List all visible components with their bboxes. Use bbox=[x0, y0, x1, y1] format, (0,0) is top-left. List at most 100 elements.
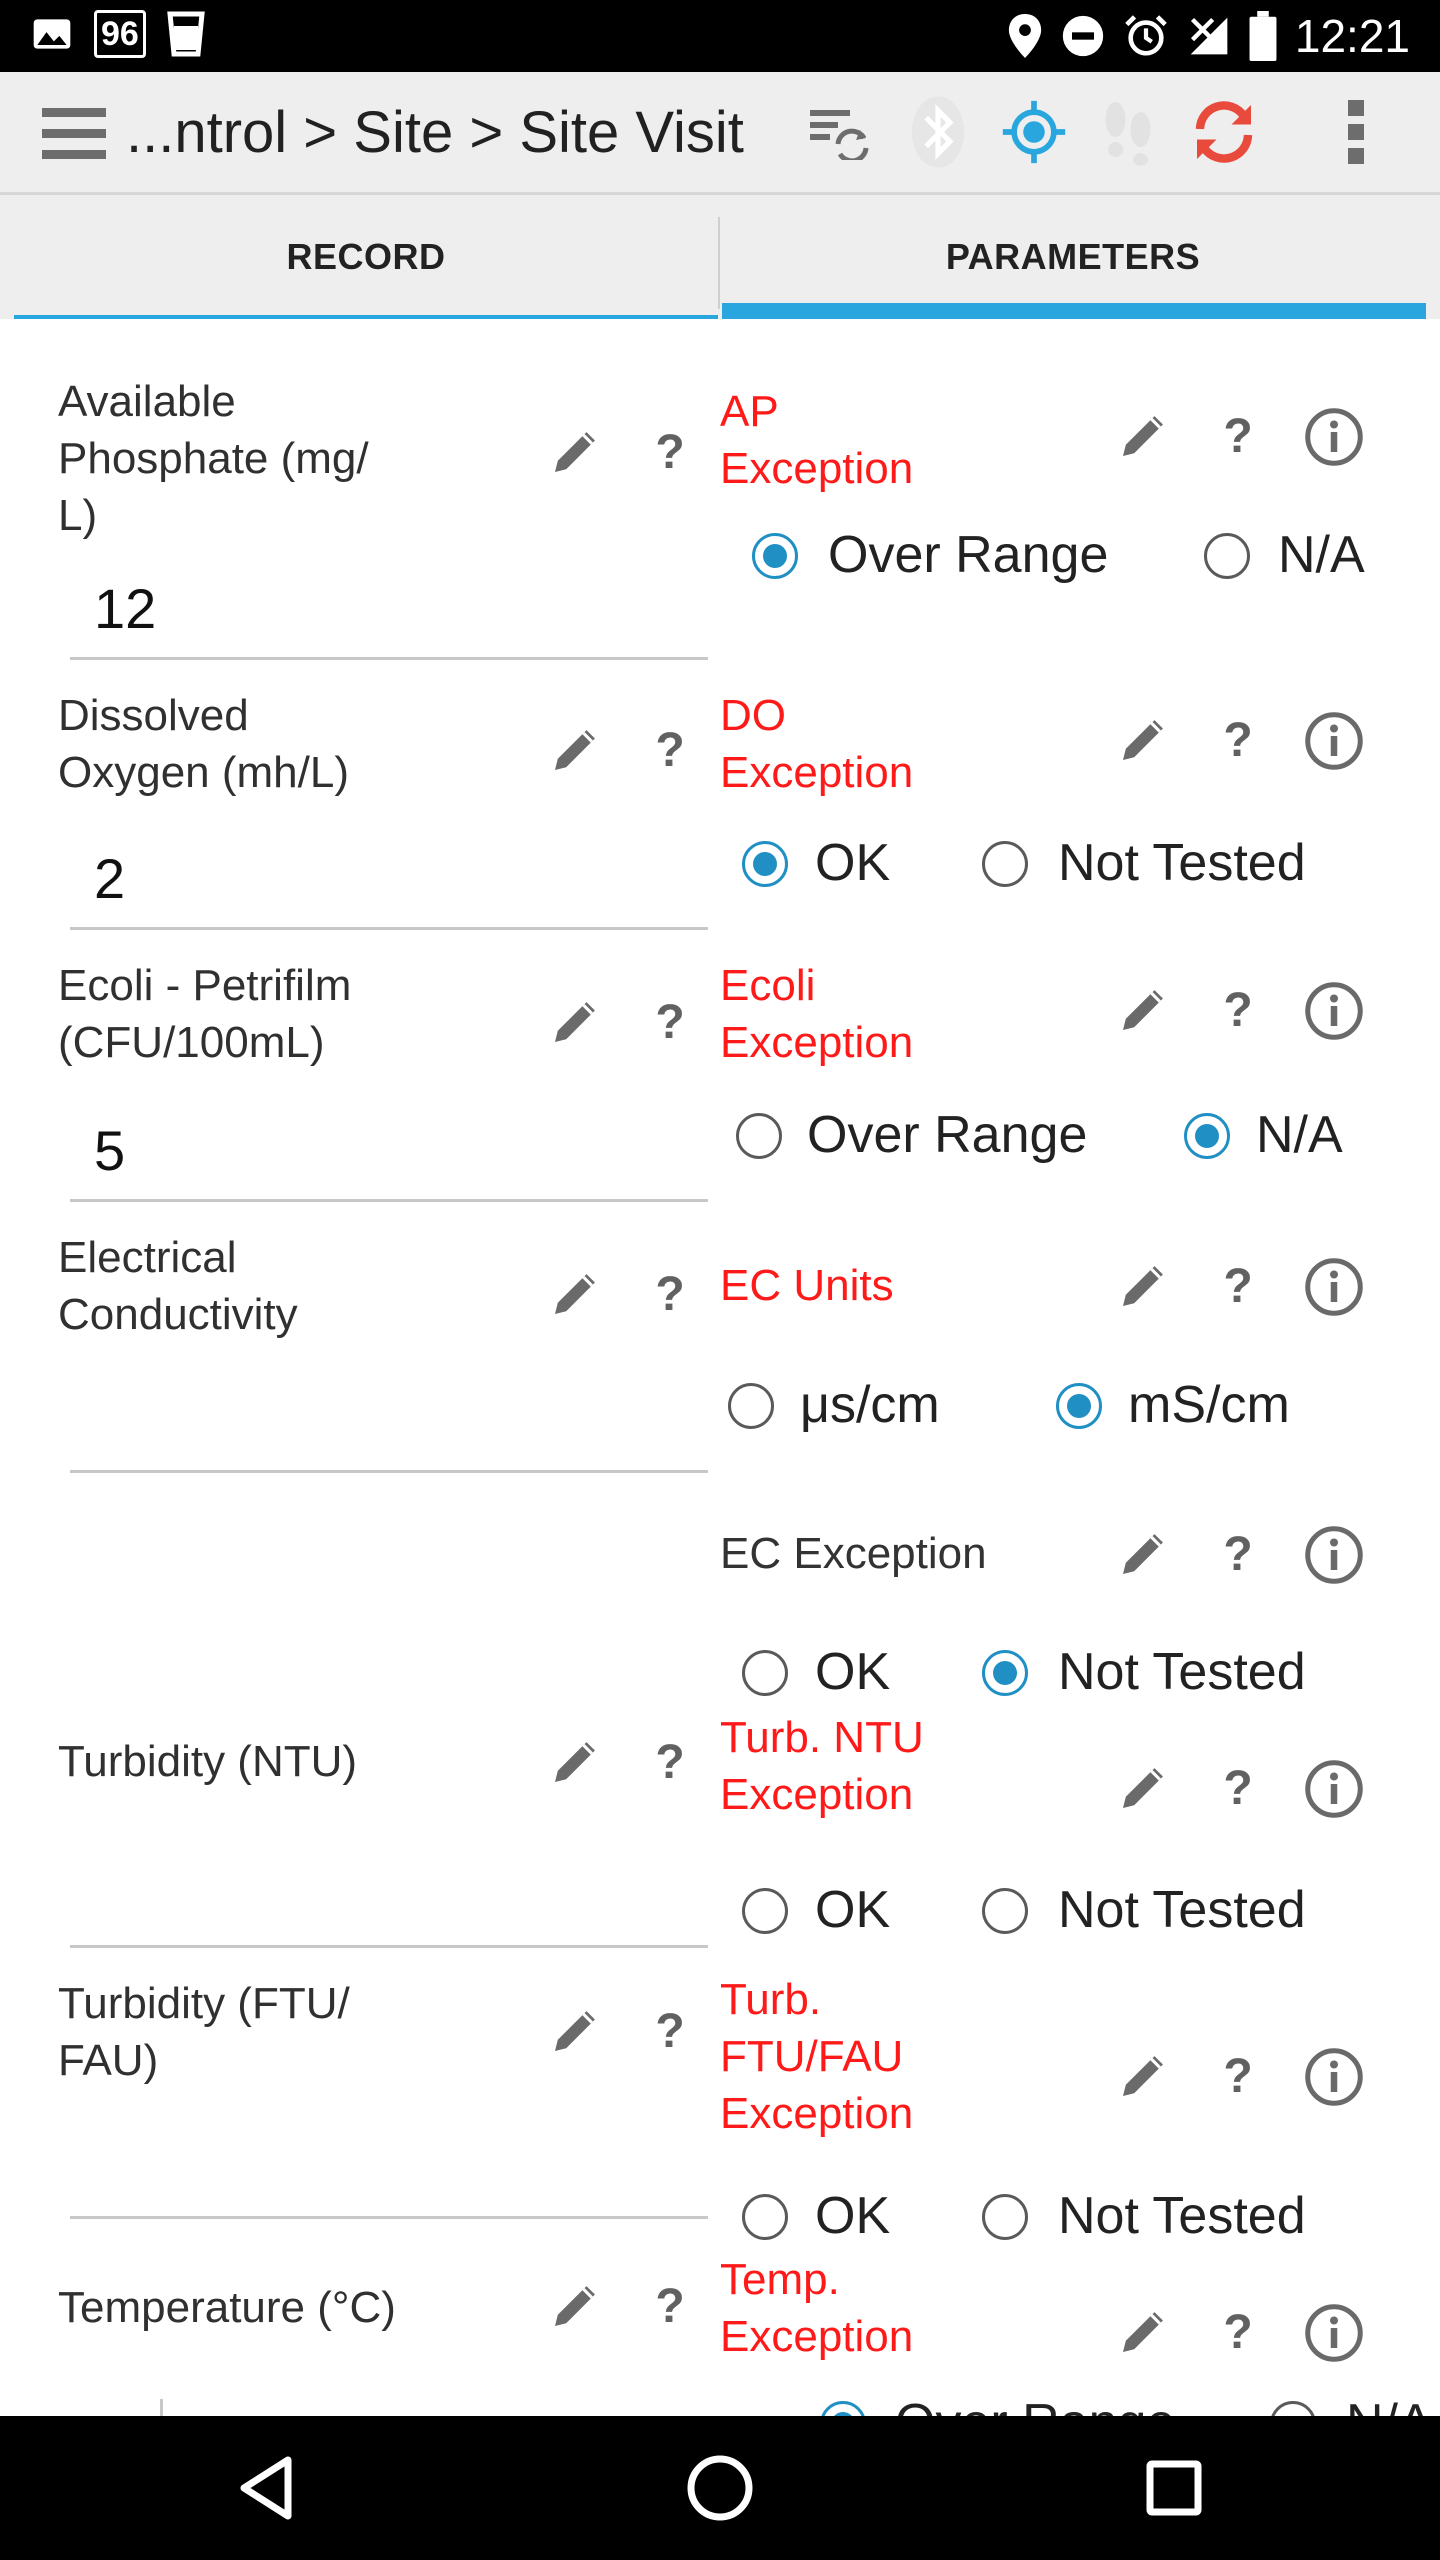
help-icon[interactable]: ? bbox=[1218, 407, 1258, 467]
pencil-icon[interactable] bbox=[548, 2277, 608, 2337]
pencil-icon[interactable] bbox=[1116, 2047, 1176, 2107]
radio-button[interactable] bbox=[982, 1888, 1028, 1934]
help-icon[interactable]: ? bbox=[650, 1733, 690, 1793]
help-icon[interactable]: ? bbox=[650, 2277, 690, 2337]
radio-option-label[interactable]: Over Range bbox=[895, 2393, 1175, 2416]
record-field-label: Available bbox=[58, 377, 236, 426]
record-field-label: Turbidity (NTU) bbox=[58, 1737, 358, 1786]
pencil-icon[interactable] bbox=[548, 423, 608, 483]
radio-option-label[interactable]: Over Range bbox=[807, 1105, 1087, 1165]
record-field-input[interactable]: 12 bbox=[94, 577, 694, 641]
radio-button[interactable] bbox=[1270, 2401, 1316, 2416]
pencil-icon[interactable] bbox=[548, 993, 608, 1053]
radio-button[interactable] bbox=[1056, 1383, 1102, 1429]
home-icon[interactable] bbox=[684, 2452, 756, 2524]
radio-button[interactable] bbox=[982, 841, 1028, 887]
input-underline bbox=[70, 657, 708, 660]
pencil-icon[interactable] bbox=[1116, 1759, 1176, 1819]
help-icon[interactable]: ? bbox=[1218, 981, 1258, 1041]
help-icon[interactable]: ? bbox=[1218, 1257, 1258, 1317]
tab-parameters[interactable]: PARAMETERS bbox=[720, 195, 1426, 319]
pencil-icon[interactable] bbox=[1116, 407, 1176, 467]
radio-option-label[interactable]: N/A bbox=[1278, 525, 1365, 585]
info-icon[interactable] bbox=[1304, 407, 1364, 467]
tab-record[interactable]: RECORD bbox=[14, 195, 718, 319]
radio-option-label[interactable]: OK bbox=[815, 833, 890, 893]
parameter-field-label: Temp. bbox=[720, 2255, 840, 2304]
pencil-icon[interactable] bbox=[1116, 1257, 1176, 1317]
overflow-menu-icon[interactable] bbox=[1318, 94, 1394, 170]
record-field-input[interactable]: 5 bbox=[94, 1119, 694, 1183]
radio-option-label[interactable]: OK bbox=[815, 2186, 890, 2246]
info-icon[interactable] bbox=[1304, 1257, 1364, 1317]
record-field-label: Ecoli - Petrifilm bbox=[58, 961, 352, 1010]
radio-option-label[interactable]: μs/cm bbox=[800, 1375, 940, 1435]
refresh-icon[interactable] bbox=[1186, 94, 1262, 170]
help-icon[interactable]: ? bbox=[650, 1265, 690, 1325]
radio-button[interactable] bbox=[736, 1113, 782, 1159]
help-icon[interactable]: ? bbox=[1218, 711, 1258, 771]
radio-button[interactable] bbox=[742, 1650, 788, 1696]
help-icon[interactable]: ? bbox=[1218, 1759, 1258, 1819]
help-icon[interactable]: ? bbox=[650, 721, 690, 781]
radio-button[interactable] bbox=[982, 2194, 1028, 2240]
radio-button[interactable] bbox=[728, 1383, 774, 1429]
radio-button[interactable] bbox=[742, 841, 788, 887]
radio-option-label[interactable]: OK bbox=[815, 1642, 890, 1702]
menu-icon[interactable] bbox=[42, 108, 106, 160]
record-field-label: Temperature (°C) bbox=[58, 2283, 396, 2332]
help-icon[interactable]: ? bbox=[650, 993, 690, 1053]
radio-option-label[interactable]: N/A bbox=[1256, 1105, 1343, 1165]
radio-option-label[interactable]: Not Tested bbox=[1058, 1642, 1306, 1702]
pencil-icon[interactable] bbox=[1116, 2303, 1176, 2363]
footsteps-icon[interactable] bbox=[1090, 94, 1166, 170]
pencil-icon[interactable] bbox=[1116, 1525, 1176, 1585]
help-icon[interactable]: ? bbox=[650, 2002, 690, 2062]
info-icon[interactable] bbox=[1304, 711, 1364, 771]
radio-button[interactable] bbox=[982, 1650, 1028, 1696]
radio-button[interactable] bbox=[820, 2401, 866, 2416]
info-icon[interactable] bbox=[1304, 1759, 1364, 1819]
radio-button[interactable] bbox=[1184, 1113, 1230, 1159]
radio-button[interactable] bbox=[742, 2194, 788, 2240]
info-icon[interactable] bbox=[1304, 2303, 1364, 2363]
bluetooth-icon[interactable] bbox=[900, 94, 976, 170]
radio-option-label[interactable]: Not Tested bbox=[1058, 833, 1306, 893]
record-field-input[interactable]: 2 bbox=[94, 847, 694, 911]
help-icon[interactable]: ? bbox=[650, 423, 690, 483]
no-signal-icon bbox=[1190, 17, 1228, 55]
input-underline bbox=[70, 927, 708, 930]
status-bar: 96 12:21 bbox=[0, 0, 1440, 72]
info-icon[interactable] bbox=[1304, 981, 1364, 1041]
radio-option-label[interactable]: OK bbox=[815, 1880, 890, 1940]
recents-icon[interactable] bbox=[1138, 2452, 1210, 2524]
back-icon[interactable] bbox=[232, 2452, 304, 2524]
record-field-label: Phosphate (mg/ bbox=[58, 434, 369, 483]
radio-option-label[interactable]: Over Range bbox=[828, 525, 1108, 585]
help-icon[interactable]: ? bbox=[1218, 2303, 1258, 2363]
help-icon[interactable]: ? bbox=[1218, 1525, 1258, 1585]
radio-option-label[interactable]: Not Tested bbox=[1058, 1880, 1306, 1940]
help-icon[interactable]: ? bbox=[1218, 2047, 1258, 2107]
info-icon[interactable] bbox=[1304, 2047, 1364, 2107]
parameter-field-label: Exception bbox=[720, 748, 914, 797]
sync-list-icon[interactable] bbox=[800, 94, 876, 170]
parameter-field-label: AP bbox=[720, 387, 779, 436]
radio-option-label[interactable]: mS/cm bbox=[1128, 1375, 1290, 1435]
record-field-label: Oxygen (mh/L) bbox=[58, 748, 349, 797]
radio-option-label[interactable]: Not Tested bbox=[1058, 2186, 1306, 2246]
pencil-icon[interactable] bbox=[548, 2002, 608, 2062]
pencil-icon[interactable] bbox=[548, 1733, 608, 1793]
page-title: ...ntrol > Site > Site Visit bbox=[126, 100, 744, 165]
radio-button[interactable] bbox=[742, 1888, 788, 1934]
radio-option-label[interactable]: N/A bbox=[1346, 2393, 1433, 2416]
info-icon[interactable] bbox=[1304, 1525, 1364, 1585]
pencil-icon[interactable] bbox=[1116, 981, 1176, 1041]
pencil-icon[interactable] bbox=[548, 721, 608, 781]
radio-button[interactable] bbox=[752, 533, 798, 579]
pencil-icon[interactable] bbox=[1116, 711, 1176, 771]
record-field-label: Turbidity (FTU/ bbox=[58, 1979, 350, 2028]
gps-icon[interactable] bbox=[996, 94, 1072, 170]
pencil-icon[interactable] bbox=[548, 1265, 608, 1325]
radio-button[interactable] bbox=[1204, 533, 1250, 579]
